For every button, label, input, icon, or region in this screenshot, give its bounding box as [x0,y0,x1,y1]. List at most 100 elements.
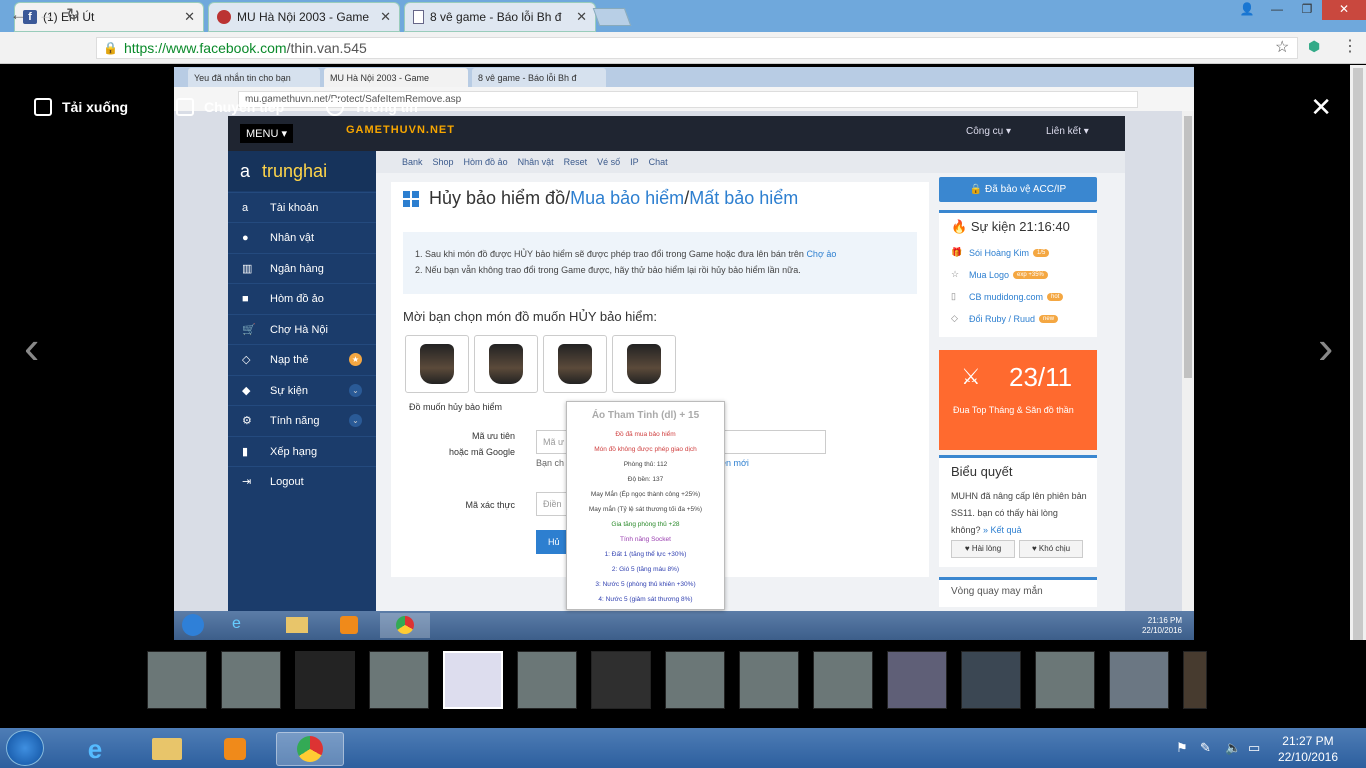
media-task[interactable] [208,732,262,766]
ie-icon: e [232,615,241,632]
back-icon[interactable]: ← [10,5,27,25]
info-button[interactable]: Thông tin [326,98,418,116]
close-tab-icon[interactable]: ✕ [380,9,391,25]
mu-icon [217,10,231,24]
poll-yes-label: Hài lòng [971,544,1002,553]
thumbnail[interactable] [591,651,651,709]
thumbnail[interactable] [295,651,355,709]
item-slot [405,335,469,393]
browser-tab-mu[interactable]: MU Hà Nội 2003 - Game ✕ [208,2,400,32]
top-link-tools: Công cụ ▾ [966,126,1012,137]
item-caption: Đồ muốn hủy bảo hiểm [409,402,503,412]
bank-icon: ▥ [242,263,253,275]
forward-label: Chuyển tiếp [204,99,285,115]
new-tab-button[interactable] [592,8,632,26]
tooltip-line: Đồ đã mua bảo hiểm [615,431,676,438]
captcha-label: Mã xác thực [465,500,515,510]
sidebar-label: Hòm đồ ảo [270,292,324,305]
close-viewer-icon[interactable]: ✕ [1310,92,1332,123]
event-label: Đổi Ruby / Ruud [969,313,1036,324]
event-item: ◇ Đổi Ruby / Ruud new [951,313,1059,324]
clock-date: 22/10/2016 [1277,750,1338,764]
folder-task[interactable] [140,732,194,766]
thumbnail[interactable] [1183,651,1207,709]
thumbnail[interactable] [221,651,281,709]
wheel-panel: Vòng quay may mắn [939,577,1097,607]
inner-date: 22/10/2016 [1141,626,1182,635]
inner-time: 21:16 PM [1147,616,1182,625]
wheel-title: Vòng quay may mắn [951,586,1043,597]
thumbnail[interactable] [961,651,1021,709]
sidebar-label: Ngân hàng [270,262,324,275]
tool-icon[interactable]: ✎ [1200,740,1211,756]
minimize-icon[interactable]: — [1262,0,1292,20]
forward-button[interactable]: Chuyển tiếp [176,98,284,116]
thumbnail[interactable] [887,651,947,709]
events-panel: 🔥 Sự kiện 21:16:40 🎁 Sói Hoàng Kim 1/5 ☆ Mu… [939,210,1097,337]
close-window-icon[interactable]: ✕ [1322,0,1366,20]
thumbnail[interactable] [147,651,207,709]
event-pill: exp +35% [1013,270,1048,279]
info-note: 1. Sau khi món đồ được HỦY bảo hiểm sẽ đ… [403,232,917,294]
system-clock[interactable]: 21:27 PM 22/10/2016 [1278,733,1338,765]
thumbnail-selected[interactable] [443,651,503,709]
thumbnail[interactable] [1035,651,1095,709]
select-prompt: Mời bạn chọn món đồ muốn HỦY bảo hiểm: [403,309,657,324]
sidebar-label: Sự kiện [270,384,308,397]
poll-result-link: » Kết quả [983,525,1022,535]
inner-tab: MU Hà Nội 2003 - Game [324,68,468,87]
close-tab-icon[interactable]: ✕ [576,9,587,25]
thumbnail[interactable] [369,651,429,709]
close-tab-icon[interactable]: ✕ [184,9,195,25]
breadcrumb-item: Shop [432,157,454,167]
maximize-icon[interactable]: ❐ [1292,0,1322,20]
code-hint-link: ền mới [721,458,749,468]
forward-icon[interactable]: → [38,5,55,25]
thumbnail[interactable] [813,651,873,709]
cart-icon: 🛒 [242,324,256,336]
diamond-icon: ◇ [242,354,251,366]
pants-icon [558,344,592,384]
label-line: hoặc mã Google [448,447,515,457]
next-photo-icon[interactable]: › [1318,320,1333,374]
start-button[interactable] [6,730,44,766]
thumbnail[interactable] [665,651,725,709]
tooltip-line: Tính năng Socket [620,536,671,543]
breadcrumb-item: Bank [402,157,423,167]
sidebar-item-account: a Tài khoản [228,192,376,222]
windows-icon [403,190,419,207]
sidebar-item-market: 🛒 Chợ Hà Nội [228,314,376,344]
network-icon[interactable]: ▭ [1248,740,1260,756]
prev-photo-icon[interactable]: ‹ [24,320,39,374]
sidebar-item-ranking: ▮ Xếp hạng [228,436,376,466]
taskbar [0,728,1366,768]
armor-icon [627,344,661,384]
extension-icon[interactable]: ⬢ [1308,38,1320,55]
site-menu-button: MENU ▾ [240,124,293,143]
menu-dots-icon[interactable]: ⋮ [1342,36,1358,56]
thumbnail[interactable] [739,651,799,709]
volume-icon[interactable]: 🔈 [1225,740,1241,756]
event-label: CB mudidong.com [969,291,1044,302]
flag-icon[interactable]: ⚑ [1176,740,1188,756]
title-link-buy: Mua bảo hiểm [570,188,685,208]
ie-icon[interactable]: e [68,732,122,766]
address-bar[interactable]: 🔒 https://www.facebook.com/thin.van.545 [96,37,1298,59]
download-button[interactable]: Tải xuống [34,98,128,116]
events-title-text: Sự kiện 21:16:40 [970,219,1070,234]
thumbnail[interactable] [1109,651,1169,709]
event-pill: 1/5 [1033,248,1050,257]
browser-tabstrip [0,0,1366,32]
user-icon[interactable]: 👤 [1232,0,1262,20]
inner-tab: 8 vê game - Báo lỗi Bh đ [472,68,606,87]
chrome-task[interactable] [276,732,344,766]
window-controls: 👤 — ❐ ✕ [1232,0,1366,20]
thumbnail[interactable] [517,651,577,709]
browser-tab-doc[interactable]: 8 vê game - Báo lỗi Bh đ ✕ [404,2,596,32]
media-icon [340,616,358,634]
event-pill: hot [1047,292,1064,301]
page-scrollbar[interactable] [1350,65,1366,728]
star-icon[interactable]: ☆ [1275,37,1289,57]
tooltip-line: 4: Nước 5 (giảm sát thương 8%) [598,596,693,603]
reload-icon[interactable]: ↻ [66,5,80,25]
